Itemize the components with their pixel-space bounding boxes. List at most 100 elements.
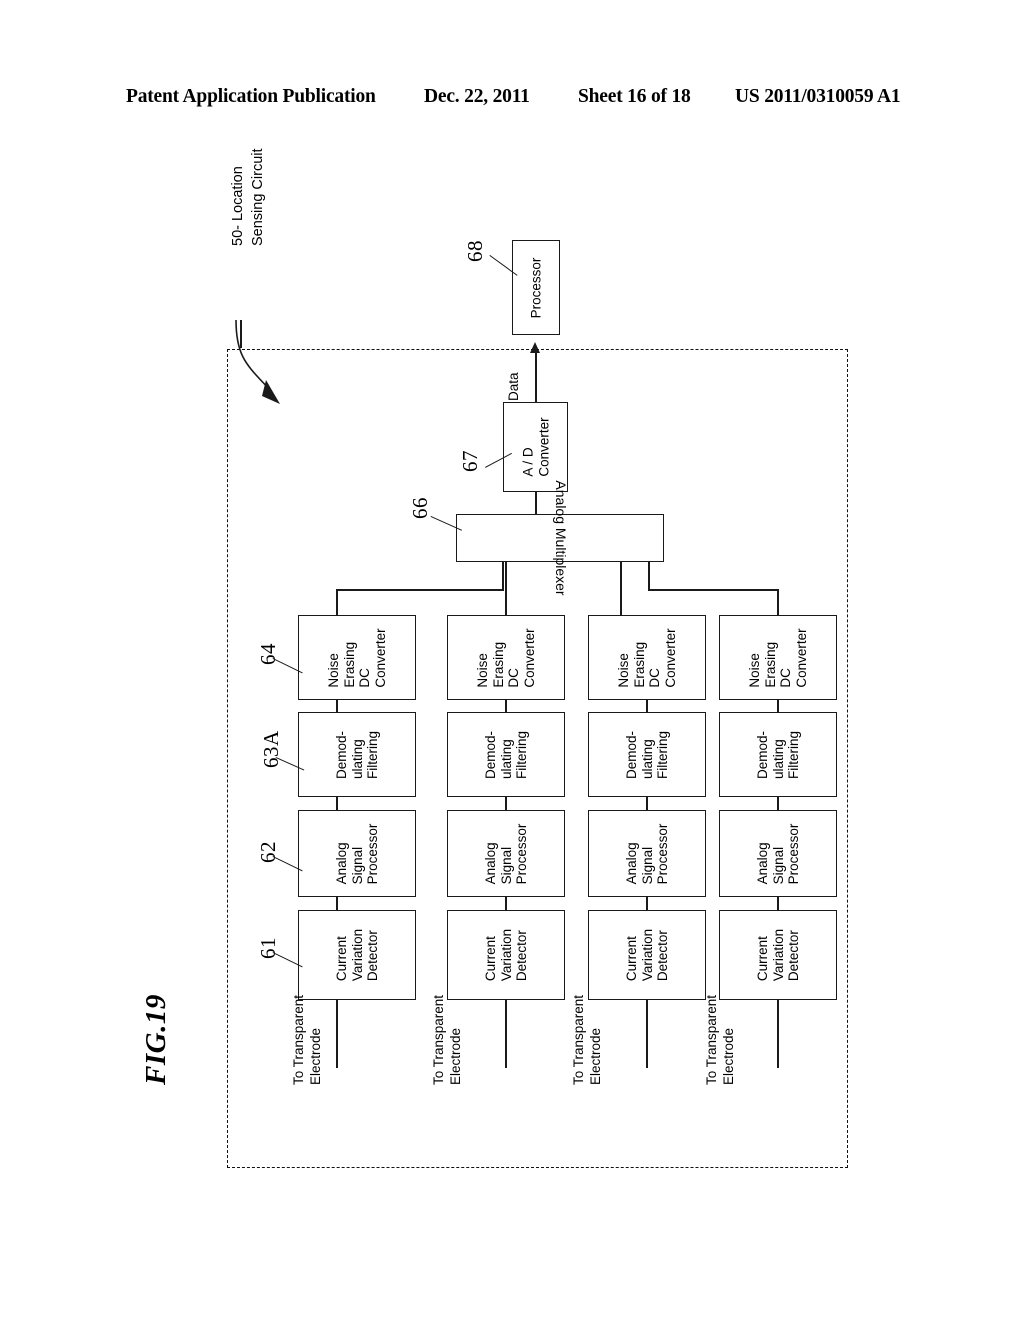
- line-1: Noise: [326, 652, 341, 688]
- block-label: Current Variation Detector: [624, 929, 671, 981]
- line-1: Demod-: [754, 730, 770, 779]
- block-analog-multiplexer-label: Analog Multiplexer: [552, 480, 569, 596]
- line-2: Signal: [498, 846, 514, 884]
- line-4: Converter: [372, 627, 388, 688]
- line-2: ulating: [498, 738, 514, 779]
- block-label: Demod- ulating Filtering: [755, 730, 802, 778]
- line-3: Processor: [654, 823, 670, 884]
- ad-line-1: A / D: [520, 447, 535, 477]
- line-3: Filtering: [654, 730, 670, 779]
- line-2: Variation: [498, 928, 514, 982]
- connector-ch2-demod-asp: [505, 797, 507, 810]
- connector-ch1-cvd-electrode: [336, 1000, 338, 1068]
- connector-ch2-cvd-electrode: [505, 1000, 507, 1068]
- line-3: Filtering: [364, 730, 380, 779]
- block-analog-signal-processor[interactable]: Analog Signal Processor: [588, 810, 706, 897]
- block-label: Current Variation Detector: [755, 929, 802, 981]
- line-1: Current: [754, 936, 770, 982]
- block-analog-signal-processor[interactable]: Analog Signal Processor: [298, 810, 416, 897]
- callout-tick: [240, 320, 242, 348]
- electrode-line-1: To Transparent: [704, 994, 719, 1085]
- line-2: Variation: [349, 928, 365, 982]
- block-processor-label: Processor: [528, 257, 544, 318]
- line-1: Current: [482, 936, 498, 982]
- line-2: Signal: [639, 846, 655, 884]
- block-label: Analog Signal Processor: [334, 823, 381, 884]
- electrode-line-2: Electrode: [448, 1027, 463, 1085]
- line-2: Erasing: [762, 641, 778, 688]
- block-label: Noise Erasing DC Converter: [747, 628, 809, 687]
- line-3: DC: [647, 667, 662, 688]
- mux-fanout-1-riser: [336, 589, 338, 615]
- block-label: Analog Signal Processor: [624, 823, 671, 884]
- line-3: Detector: [785, 930, 801, 982]
- block-noise-erasing-dc-converter[interactable]: Noise Erasing DC Converter: [298, 615, 416, 700]
- block-processor[interactable]: Processor: [512, 240, 560, 335]
- block-analog-signal-processor[interactable]: Analog Signal Processor: [447, 810, 565, 897]
- figure-title: FIG.19: [140, 994, 172, 1085]
- line-1: Demod-: [482, 730, 498, 779]
- connector-ch2-noise-demod: [505, 700, 507, 712]
- line-3: Filtering: [785, 730, 801, 779]
- electrode-line-1: To Transparent: [291, 994, 306, 1085]
- line-3: Processor: [364, 823, 380, 884]
- line-2: Erasing: [490, 641, 506, 688]
- arrow-to-processor-icon: [530, 342, 540, 353]
- line-1: Noise: [616, 652, 631, 688]
- block-noise-erasing-dc-converter[interactable]: Noise Erasing DC Converter: [719, 615, 837, 700]
- line-3: DC: [357, 667, 372, 688]
- connector-ch3-asp-cvd: [646, 897, 648, 910]
- line-1: Analog: [333, 841, 349, 884]
- block-noise-erasing-dc-converter[interactable]: Noise Erasing DC Converter: [588, 615, 706, 700]
- line-3: DC: [778, 667, 793, 688]
- line-2: Variation: [770, 928, 786, 982]
- block-ad-converter[interactable]: A / D Converter: [503, 402, 568, 492]
- connector-ch3-demod-asp: [646, 797, 648, 810]
- block-analog-signal-processor[interactable]: Analog Signal Processor: [719, 810, 837, 897]
- block-label: Noise Erasing DC Converter: [616, 628, 678, 687]
- mux-fanout-4-run: [648, 589, 778, 591]
- callout-line-2: Sensing Circuit: [250, 148, 266, 246]
- line-1: Noise: [475, 652, 490, 688]
- block-demodulating-filtering[interactable]: Demod- ulating Filtering: [588, 712, 706, 797]
- line-1: Demod-: [333, 730, 349, 779]
- connector-ch2-asp-cvd: [505, 897, 507, 910]
- connector-ch4-noise-demod: [777, 700, 779, 712]
- connector-ch1-asp-cvd: [336, 897, 338, 910]
- block-demodulating-filtering[interactable]: Demod- ulating Filtering: [298, 712, 416, 797]
- ad-line-2: Converter: [535, 417, 551, 477]
- block-ad-converter-label: A / D Converter: [520, 417, 551, 476]
- line-1: Current: [623, 936, 639, 982]
- label-to-transparent-electrode: To Transparent Electrode: [570, 935, 610, 1085]
- line-3: Processor: [785, 823, 801, 884]
- block-noise-erasing-dc-converter[interactable]: Noise Erasing DC Converter: [447, 615, 565, 700]
- connector-ad-to-processor: [535, 352, 537, 402]
- connector-mux-to-ad: [535, 492, 537, 514]
- mux-fanout-2-direct: [505, 562, 507, 615]
- block-demodulating-filtering[interactable]: Demod- ulating Filtering: [719, 712, 837, 797]
- callout-line-1: 50- Location: [230, 166, 246, 246]
- block-demodulating-filtering[interactable]: Demod- ulating Filtering: [447, 712, 565, 797]
- line-2: ulating: [770, 738, 786, 779]
- block-analog-multiplexer[interactable]: Analog Multiplexer: [456, 480, 664, 596]
- connector-ch4-cvd-electrode: [777, 1000, 779, 1068]
- line-1: Current: [333, 936, 349, 982]
- line-2: Erasing: [341, 641, 357, 688]
- line-1: Analog: [623, 841, 639, 884]
- block-label: Noise Erasing DC Converter: [475, 628, 537, 687]
- ref-67: 67: [458, 450, 482, 472]
- mux-fanout-3-direct: [620, 562, 622, 615]
- mux-fanout-4-drop: [648, 562, 650, 590]
- line-3: DC: [506, 667, 521, 688]
- electrode-line-2: Electrode: [308, 1027, 323, 1085]
- electrode-line-1: To Transparent: [431, 994, 446, 1085]
- line-3: Detector: [513, 930, 529, 982]
- connector-ch3-cvd-electrode: [646, 1000, 648, 1068]
- connector-ch4-demod-asp: [777, 797, 779, 810]
- line-4: Converter: [662, 627, 678, 688]
- line-1: Analog: [482, 841, 498, 884]
- callout-location-sensing-circuit: 50- Location Sensing Circuit: [228, 86, 274, 246]
- line-3: Processor: [513, 823, 529, 884]
- block-label: Demod- ulating Filtering: [624, 730, 671, 778]
- ref-68: 68: [463, 240, 487, 262]
